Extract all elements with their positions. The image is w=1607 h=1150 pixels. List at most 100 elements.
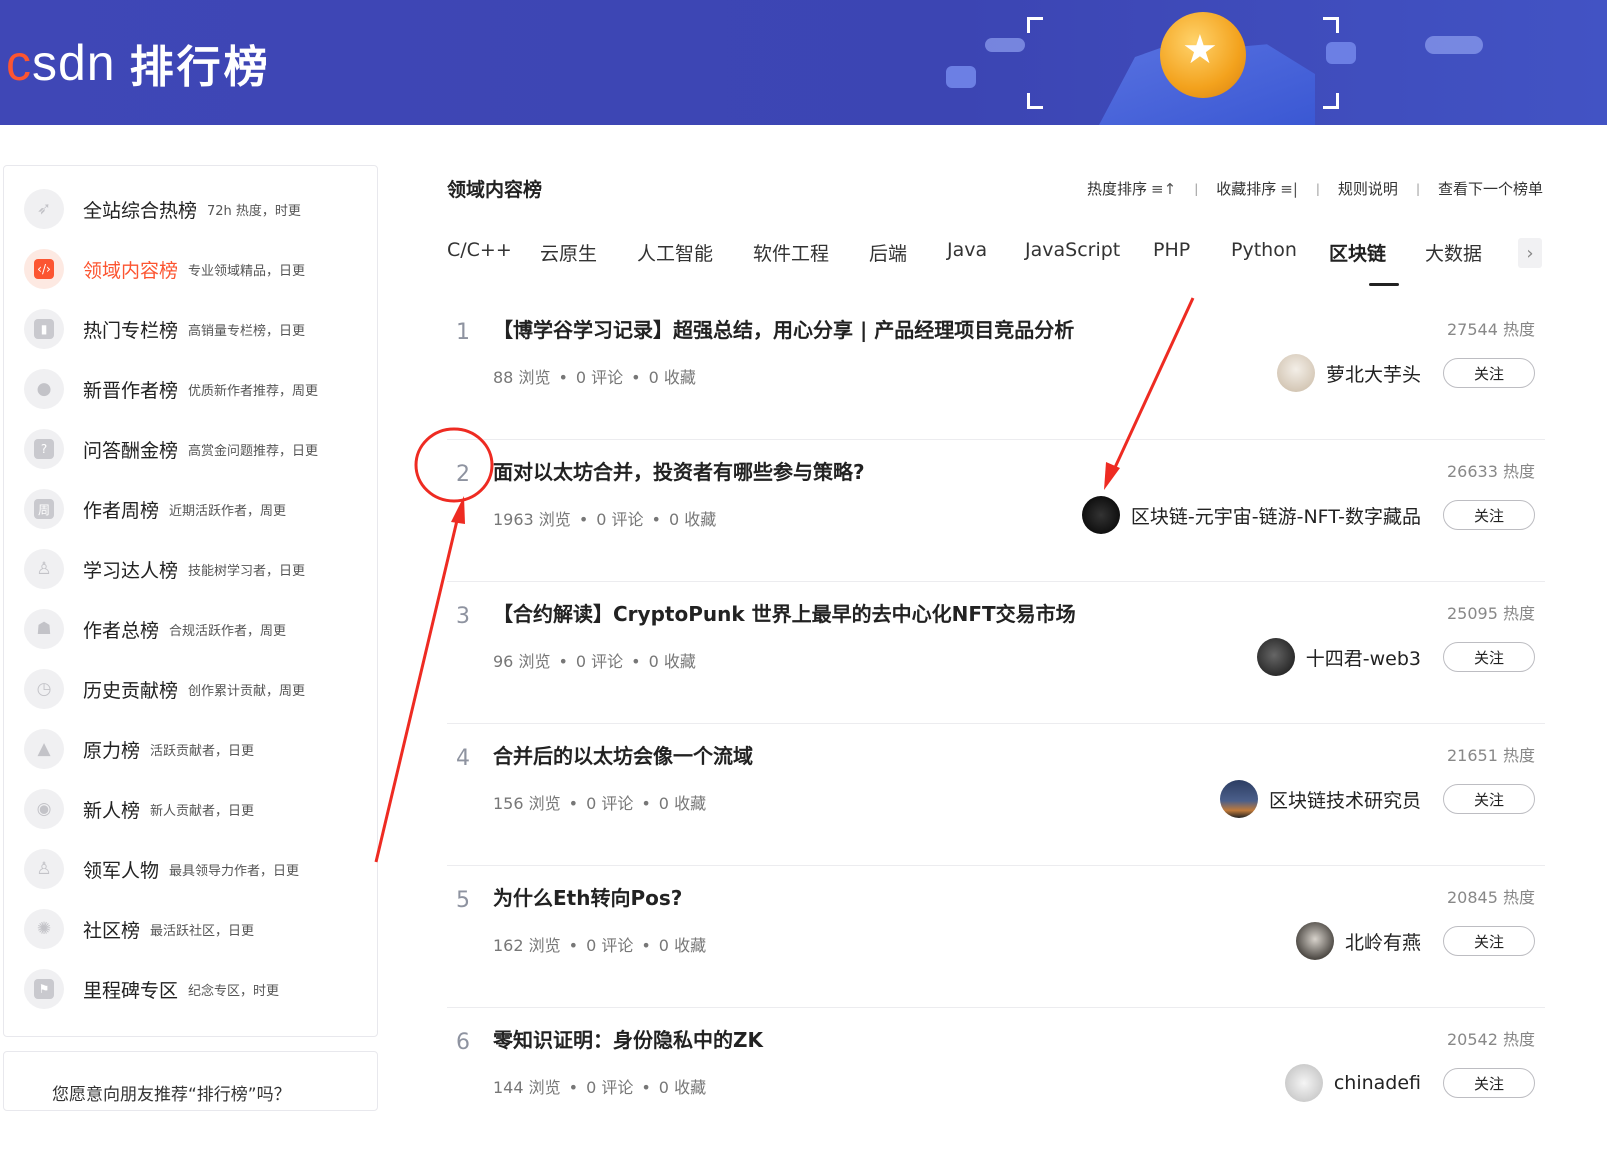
sort-collect-button[interactable]: 收藏排序 ≡| xyxy=(1216,178,1298,199)
rules-link[interactable]: 规则说明 xyxy=(1338,178,1398,199)
sidebar-item-author-total[interactable]: ☗ 作者总榜 合规活跃作者，周更 xyxy=(24,607,286,651)
author-info[interactable]: 区块链-元宇宙-链游-NFT-数字藏品 xyxy=(1081,496,1421,534)
sidebar-item-desc: 高赏金问题推荐，日更 xyxy=(188,443,319,459)
author-name[interactable]: 十四君-web3 xyxy=(1306,644,1421,671)
chat-bubble-icon xyxy=(946,66,976,88)
sidebar-item-author-week[interactable]: 周 作者周榜 近期活跃作者，周更 xyxy=(24,487,286,531)
rank-number: 6 xyxy=(456,1030,470,1055)
avatar[interactable] xyxy=(1284,1064,1323,1102)
sidebar-item-label: 社区榜 xyxy=(83,919,141,942)
author-name[interactable]: 区块链技术研究员 xyxy=(1269,786,1421,813)
views-count: 1963 浏览 xyxy=(493,510,571,529)
sidebar-item-community[interactable]: ✺ 社区榜 最活跃社区，日更 xyxy=(24,907,254,951)
sidebar-item-history[interactable]: ◷ 历史贡献榜 创作累计贡献，周更 xyxy=(24,667,305,711)
avatar[interactable] xyxy=(1081,496,1120,534)
bookmark-icon: ▮ xyxy=(24,309,64,349)
list-item[interactable]: 6 零知识证明：身份隐私中的ZK 20542 热度 144 浏览 • 0 评论 • 0 … xyxy=(447,1008,1545,1150)
sidebar-item-label: 作者总榜 xyxy=(83,619,160,642)
follow-button[interactable]: 关注 xyxy=(1443,642,1535,672)
next-list-link[interactable]: 查看下一个榜单 xyxy=(1438,178,1543,199)
author-name[interactable]: 萝北大芋头 xyxy=(1326,360,1421,387)
tab-java[interactable]: Java xyxy=(947,239,987,261)
sidebar-item-label: 学习达人榜 xyxy=(83,559,179,582)
heat-value: 20542 热度 xyxy=(1447,1030,1535,1049)
feedback-panel: 您愿意向朋友推荐“排行榜”吗？ xyxy=(3,1051,378,1111)
sidebar-item-newcomer[interactable]: ◉ 新人榜 新人贡献者，日更 xyxy=(24,787,254,831)
tab-blockchain[interactable]: 区块链 xyxy=(1329,239,1386,266)
logo-text: csdn xyxy=(6,35,116,91)
article-title[interactable]: 【合约解读】CryptoPunk 世界上最早的去中心化NFT交易市场 xyxy=(493,598,1076,627)
sort-heat-label: 热度排序 xyxy=(1087,180,1148,198)
sort-bar: 热度排序 ≡↑ | 收藏排序 ≡| | 规则说明 | 查看下一个榜单 xyxy=(1087,178,1543,199)
list-item[interactable]: 3 【合约解读】CryptoPunk 世界上最早的去中心化NFT交易市场 250… xyxy=(447,582,1545,724)
frame-decoration xyxy=(1027,17,1339,109)
avatar[interactable] xyxy=(1256,638,1295,676)
sidebar-item-desc: 72h 热度，时更 xyxy=(207,203,301,219)
sidebar-item-force[interactable]: ▲ 原力榜 活跃贡献者，日更 xyxy=(24,727,254,771)
sidebar-item-site-hot[interactable]: ➶ 全站综合热榜 72h 热度，时更 xyxy=(24,187,301,231)
sidebar-item-domain-content[interactable]: ‹/› 领域内容榜 专业领域精品，日更 xyxy=(24,247,305,291)
tab-python[interactable]: Python xyxy=(1231,239,1297,261)
sort-heat-button[interactable]: 热度排序 ≡↑ xyxy=(1087,178,1176,199)
follow-button[interactable]: 关注 xyxy=(1443,500,1535,530)
tab-bigdata[interactable]: 大数据 xyxy=(1425,239,1482,266)
sidebar-item-column[interactable]: ▮ 热门专栏榜 高销量专栏榜，日更 xyxy=(24,307,305,351)
sidebar-item-leader[interactable]: ♙ 领军人物 最具领导力作者，日更 xyxy=(24,847,299,891)
collects-count: 0 收藏 xyxy=(668,510,717,529)
sidebar-item-milestone[interactable]: ⚑ 里程碑专区 纪念专区，时更 xyxy=(24,967,279,1011)
list-item[interactable]: 1 【博学谷学习记录】超强总结，用心分享 | 产品经理项目竞品分析 27544 … xyxy=(447,298,1545,440)
heat-value: 26633 热度 xyxy=(1447,462,1535,481)
avatar[interactable] xyxy=(1219,780,1258,818)
follow-button[interactable]: 关注 xyxy=(1443,784,1535,814)
divider: | xyxy=(1415,181,1420,196)
article-title[interactable]: 合并后的以太坊会像一个流域 xyxy=(493,740,753,769)
sidebar-item-desc: 技能树学习者，日更 xyxy=(188,563,306,579)
author-info[interactable]: 十四君-web3 xyxy=(1256,638,1421,676)
heat-value: 27544 热度 xyxy=(1447,320,1535,339)
list-item[interactable]: 5 为什么Eth转向Pos? 20845 热度 162 浏览 • 0 评论 • 0 收藏… xyxy=(447,866,1545,1008)
article-title[interactable]: 【博学谷学习记录】超强总结，用心分享 | 产品经理项目竞品分析 xyxy=(493,314,1074,343)
author-name[interactable]: chinadefi xyxy=(1334,1072,1421,1094)
sidebar-item-desc: 高销量专栏榜，日更 xyxy=(188,323,306,339)
tab-cpp[interactable]: C/C++ xyxy=(447,239,512,261)
article-stats: 1963 浏览 • 0 评论 • 0 收藏 xyxy=(493,510,717,529)
author-info[interactable]: 区块链技术研究员 xyxy=(1219,780,1421,818)
avatar[interactable] xyxy=(1276,354,1315,392)
tab-cloud-native[interactable]: 云原生 xyxy=(540,239,597,266)
chevron-right-icon[interactable]: › xyxy=(1518,238,1542,268)
medal-icon: ♙ xyxy=(24,549,64,589)
sidebar-item-label: 问答酬金榜 xyxy=(83,439,179,462)
article-title[interactable]: 零知识证明：身份隐私中的ZK xyxy=(493,1024,763,1053)
header-banner: csdn 排行榜 ★ xyxy=(0,0,1607,125)
sidebar-item-desc: 纪念专区，时更 xyxy=(188,983,280,999)
tab-backend[interactable]: 后端 xyxy=(869,239,907,266)
follow-button[interactable]: 关注 xyxy=(1443,926,1535,956)
sidebar-item-label: 新晋作者榜 xyxy=(83,379,179,402)
sidebar-item-qa-reward[interactable]: ? 问答酬金榜 高赏金问题推荐，日更 xyxy=(24,427,318,471)
author-info[interactable]: chinadefi xyxy=(1284,1064,1421,1102)
sidebar-item-label: 作者周榜 xyxy=(83,499,160,522)
question-icon: ? xyxy=(24,429,64,469)
csdn-logo[interactable]: csdn 排行榜 xyxy=(6,30,271,96)
tab-php[interactable]: PHP xyxy=(1153,239,1190,261)
tab-ai[interactable]: 人工智能 xyxy=(637,239,713,266)
comments-count: 0 评论 xyxy=(575,652,624,671)
sidebar-item-learner[interactable]: ♙ 学习达人榜 技能树学习者，日更 xyxy=(24,547,305,591)
avatar[interactable] xyxy=(1295,922,1334,960)
rank-number: 2 xyxy=(456,462,470,487)
sidebar-item-new-author[interactable]: ● 新晋作者榜 优质新作者推荐，周更 xyxy=(24,367,318,411)
author-name[interactable]: 北岭有燕 xyxy=(1345,928,1421,955)
heat-value: 20845 热度 xyxy=(1447,888,1535,907)
list-item[interactable]: 4 合并后的以太坊会像一个流域 21651 热度 156 浏览 • 0 评论 • 0 收… xyxy=(447,724,1545,866)
list-item[interactable]: 2 面对以太坊合并，投资者有哪些参与策略? 26633 热度 1963 浏览 • 0… xyxy=(447,440,1545,582)
author-info[interactable]: 北岭有燕 xyxy=(1295,922,1421,960)
author-name[interactable]: 区块链-元宇宙-链游-NFT-数字藏品 xyxy=(1131,502,1421,529)
tab-software-engineering[interactable]: 软件工程 xyxy=(753,239,829,266)
feedback-question: 您愿意向朋友推荐“排行榜”吗？ xyxy=(52,1085,291,1105)
views-count: 156 浏览 xyxy=(493,794,561,813)
author-info[interactable]: 萝北大芋头 xyxy=(1276,354,1421,392)
tab-javascript[interactable]: JavaScript xyxy=(1025,239,1120,261)
article-title[interactable]: 为什么Eth转向Pos? xyxy=(493,882,682,911)
follow-button[interactable]: 关注 xyxy=(1443,358,1535,388)
article-title[interactable]: 面对以太坊合并，投资者有哪些参与策略? xyxy=(493,456,865,485)
